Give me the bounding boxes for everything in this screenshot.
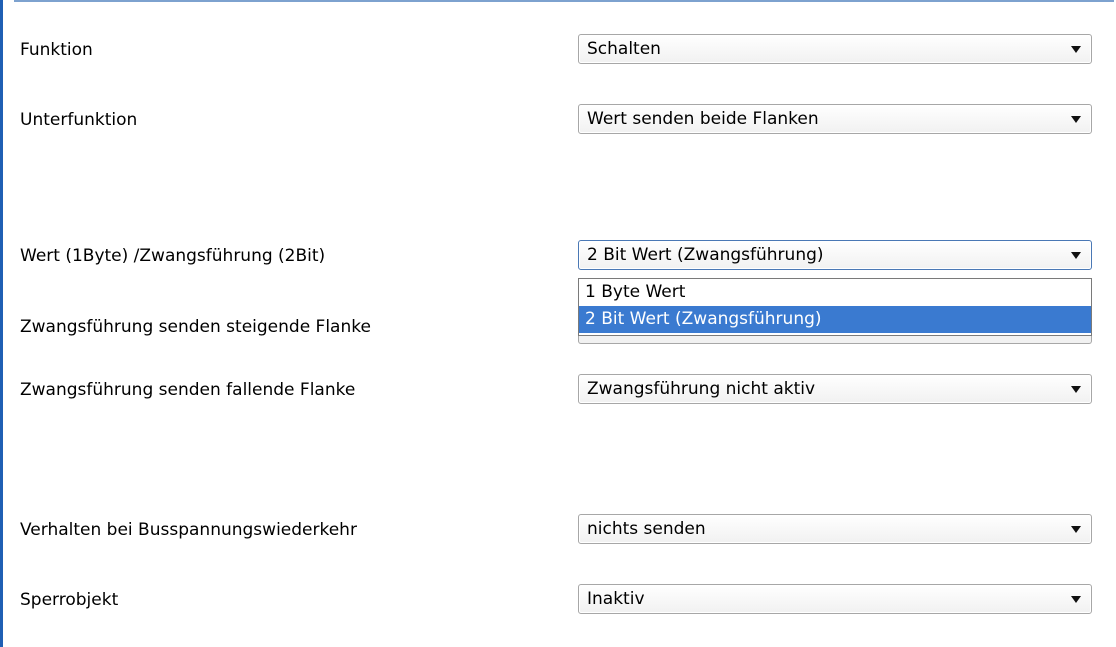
label-zwangsfuehrung-fallende-flanke: Zwangsführung senden fallende Flanke: [20, 380, 356, 400]
select-sperrobjekt[interactable]: Inaktiv: [578, 584, 1092, 614]
select-funktion[interactable]: Schalten: [578, 34, 1092, 64]
select-zwangsfuehrung-fallende-flanke-value: Zwangsführung nicht aktiv: [587, 379, 816, 399]
label-funktion: Funktion: [20, 40, 93, 60]
select-unterfunktion-value: Wert senden beide Flanken: [587, 109, 819, 129]
chevron-down-icon: [1071, 596, 1081, 603]
chevron-down-icon: [1071, 526, 1081, 533]
chevron-down-icon: [1071, 116, 1081, 123]
select-zwangsfuehrung-steigende-flanke[interactable]: [578, 336, 1092, 344]
select-zwangsfuehrung-fallende-flanke[interactable]: Zwangsführung nicht aktiv: [578, 374, 1092, 404]
select-unterfunktion[interactable]: Wert senden beide Flanken: [578, 104, 1092, 134]
select-busspannungswiederkehr-value: nichts senden: [587, 519, 706, 539]
window-left-border: [0, 0, 3, 647]
dropdown-option-2-bit-wert[interactable]: 2 Bit Wert (Zwangsführung): [579, 306, 1091, 333]
select-wert-zwangsfuehrung[interactable]: 2 Bit Wert (Zwangsführung): [578, 240, 1092, 270]
chevron-down-icon: [1071, 386, 1081, 393]
label-sperrobjekt: Sperrobjekt: [20, 590, 119, 610]
dropdown-option-1-byte-wert[interactable]: 1 Byte Wert: [579, 279, 1091, 306]
chevron-down-icon: [1071, 252, 1081, 259]
select-funktion-value: Schalten: [587, 39, 661, 59]
label-zwangsfuehrung-steigende-flanke: Zwangsführung senden steigende Flanke: [20, 317, 371, 337]
label-unterfunktion: Unterfunktion: [20, 110, 138, 130]
select-sperrobjekt-value: Inaktiv: [587, 589, 645, 609]
dropdown-list: 1 Byte Wert 2 Bit Wert (Zwangsführung): [578, 278, 1092, 336]
chevron-down-icon: [1071, 46, 1081, 53]
select-wert-zwangsfuehrung-value: 2 Bit Wert (Zwangsführung): [587, 245, 824, 265]
window-top-border: [14, 0, 1114, 2]
label-busspannungswiederkehr: Verhalten bei Busspannungswiederkehr: [20, 520, 357, 540]
label-wert-zwangsfuehrung: Wert (1Byte) /Zwangsführung (2Bit): [20, 246, 326, 266]
select-busspannungswiederkehr[interactable]: nichts senden: [578, 514, 1092, 544]
